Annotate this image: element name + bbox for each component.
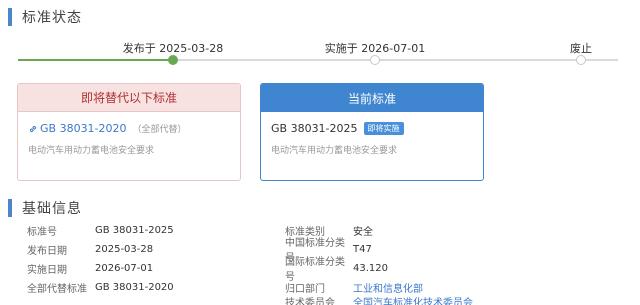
replaced-standard-card: 即将替代以下标准 GB 38031-2020 （全部代替） 电动汽车用动力蓄电池… [17,83,241,181]
timeline-remaining-line [173,59,618,61]
replaced-standard-description: 电动汽车用动力蓄电池安全要求 [28,146,155,156]
status-timeline: 发布于 2025-03-28 实施于 2026-07-01 废止 [18,38,618,68]
info-label: 发布日期 [27,245,67,257]
timeline-progress-line [18,59,173,61]
info-value: 安全 [353,226,373,238]
info-row: 国际标准分类号 43.120 [285,257,388,283]
info-row: 全部代替标准 GB 38031-2020 [27,279,174,295]
status-section-title: 标准状态 [22,10,82,26]
replacement-scope: （全部代替） [132,125,187,135]
info-value: 2026-07-01 [95,262,154,274]
current-standard-card: 当前标准 GB 38031-2025 即将实施 电动汽车用动力蓄电池安全要求 [260,83,484,181]
info-label: 全部代替标准 [27,283,87,295]
info-row: 实施日期 2026-07-01 [27,260,153,276]
info-value: GB 38031-2020 [95,281,174,293]
info-row: 标准号 GB 38031-2025 [27,222,174,238]
info-label: 技术委员会 [285,297,335,305]
replaced-standard-link[interactable]: GB 38031-2020 [28,122,127,135]
status-section-header: 标准状态 [0,6,82,28]
committee-link[interactable]: 全国汽车标准化技术委员会 [353,294,473,305]
current-card-header: 当前标准 [261,84,483,112]
basic-info-section-header: 基础信息 [0,197,82,219]
timeline-dot-effective [370,55,380,65]
info-value: 2025-03-28 [95,243,154,255]
current-standard-code: GB 38031-2025 [271,122,358,135]
section-accent-bar [8,8,12,26]
timeline-label-effective: 实施于 2026-07-01 [324,42,426,55]
timeline-label-abolished: 废止 [570,42,592,55]
timeline-dot-published [168,55,178,65]
info-label: 实施日期 [27,264,67,276]
status-badge: 即将实施 [363,122,404,135]
info-label: 标准号 [27,226,57,238]
current-standard-description: 电动汽车用动力蓄电池安全要求 [271,146,398,156]
info-value: 43.120 [353,262,388,274]
section-accent-bar [8,199,12,217]
link-icon [29,125,37,132]
timeline-dot-abolished [576,55,586,65]
basic-info-section-title: 基础信息 [22,201,82,217]
timeline-label-published: 发布于 2025-03-28 [122,42,224,55]
info-row: 发布日期 2025-03-28 [27,241,153,257]
replaced-standard-code: GB 38031-2020 [40,122,127,135]
replaced-card-header: 即将替代以下标准 [18,84,240,112]
info-row: 技术委员会 全国汽车标准化技术委员会 [285,293,473,305]
info-value: GB 38031-2025 [95,224,174,236]
info-value: T47 [353,243,372,255]
